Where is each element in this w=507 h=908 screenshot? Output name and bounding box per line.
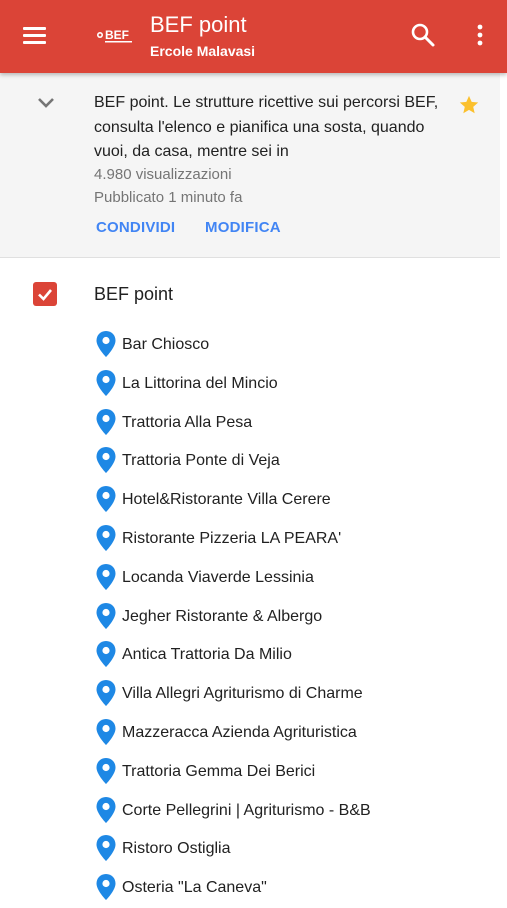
place-name: La Littorina del Mincio xyxy=(122,374,278,392)
layer-checkbox[interactable] xyxy=(33,282,57,306)
svg-text:BEF: BEF xyxy=(105,28,129,42)
place-name: Trattoria Gemma Dei Berici xyxy=(122,762,316,780)
place-name: Osteria "La Caneva" xyxy=(122,879,267,897)
map-pin-icon xyxy=(96,719,116,745)
published-time: Pubblicato 1 minuto fa xyxy=(94,189,243,206)
map-pin-icon xyxy=(96,486,116,513)
place-item[interactable]: Corte Pellegrini | Agriturismo - B&B xyxy=(95,796,495,826)
place-item[interactable]: Ristorante Pizzeria LA PEARA' xyxy=(95,524,495,554)
place-name: Ristoro Ostiglia xyxy=(122,840,231,858)
chevron-down-icon[interactable] xyxy=(36,95,56,111)
map-pin-icon xyxy=(96,447,116,474)
search-icon[interactable] xyxy=(410,22,436,48)
place-name: Jegher Ristorante & Albergo xyxy=(122,607,323,625)
place-item[interactable]: Locanda Viaverde Lessinia xyxy=(95,563,495,593)
map-pin-icon xyxy=(96,796,116,823)
map-pin-icon xyxy=(96,835,116,862)
place-name: Ristorante Pizzeria LA PEARA' xyxy=(122,530,342,547)
star-icon[interactable] xyxy=(458,94,480,116)
place-item[interactable]: Villa Allegri Agriturismo di Charme xyxy=(95,679,495,709)
place-name: Trattoria Alla Pesa xyxy=(122,413,253,431)
map-pin-icon xyxy=(96,602,116,629)
map-pin-icon xyxy=(96,331,116,357)
app-bar: BEF BEF point Ercole Malavasi xyxy=(0,0,507,73)
map-pin-icon xyxy=(96,563,116,590)
place-name: Villa Allegri Agriturismo di Charme xyxy=(122,685,363,703)
place-item[interactable]: Osteria "La Caneva" xyxy=(95,873,495,903)
share-button[interactable]: CONDIVIDI xyxy=(96,219,175,236)
map-pin-icon xyxy=(96,641,116,668)
place-item[interactable]: Jegher Ristorante & Albergo xyxy=(95,602,495,632)
place-item[interactable]: Trattoria Alla Pesa xyxy=(95,408,495,438)
place-name: Bar Chiosco xyxy=(122,336,210,353)
place-item[interactable]: Bar Chiosco xyxy=(95,330,495,360)
place-item[interactable]: Mazzeracca Azienda Agrituristica xyxy=(95,718,495,748)
place-item[interactable]: Hotel&Ristorante Villa Cerere xyxy=(95,485,495,515)
place-name: Trattoria Ponte di Veja xyxy=(122,452,280,470)
menu-icon[interactable] xyxy=(22,24,48,46)
bef-logo: BEF xyxy=(97,28,132,43)
map-owner: Ercole Malavasi xyxy=(150,43,256,59)
view-count: 4.980 visualizzazioni xyxy=(94,166,232,183)
place-name: Locanda Viaverde Lessinia xyxy=(122,568,314,586)
map-pin-icon xyxy=(96,369,116,396)
place-item[interactable]: Antica Trattoria Da Milio xyxy=(95,640,495,670)
map-pin-icon xyxy=(96,757,116,784)
place-item[interactable]: La Littorina del Mincio xyxy=(95,369,495,399)
layer-title: BEF point xyxy=(94,284,174,304)
map-pin-icon xyxy=(96,680,116,707)
map-pin-icon xyxy=(96,874,116,901)
check-icon xyxy=(38,289,52,301)
place-item[interactable]: Trattoria Gemma Dei Berici xyxy=(95,757,495,787)
place-name: Hotel&Ristorante Villa Cerere xyxy=(122,491,331,509)
place-name: Antica Trattoria Da Milio xyxy=(122,646,292,664)
place-name: Mazzeracca Azienda Agrituristica xyxy=(122,724,357,741)
more-vert-icon[interactable] xyxy=(468,22,492,48)
place-item[interactable]: Trattoria Ponte di Veja xyxy=(95,446,495,476)
map-description: BEF point. Le strutture ricettive sui pe… xyxy=(94,94,439,160)
place-item[interactable]: Ristoro Ostiglia xyxy=(95,834,495,864)
edit-button[interactable]: MODIFICA xyxy=(205,219,281,236)
map-title: BEF point xyxy=(150,12,247,37)
map-pin-icon xyxy=(96,408,116,435)
place-name: Corte Pellegrini | Agriturismo - B&B xyxy=(122,801,371,819)
map-pin-icon xyxy=(96,525,116,551)
